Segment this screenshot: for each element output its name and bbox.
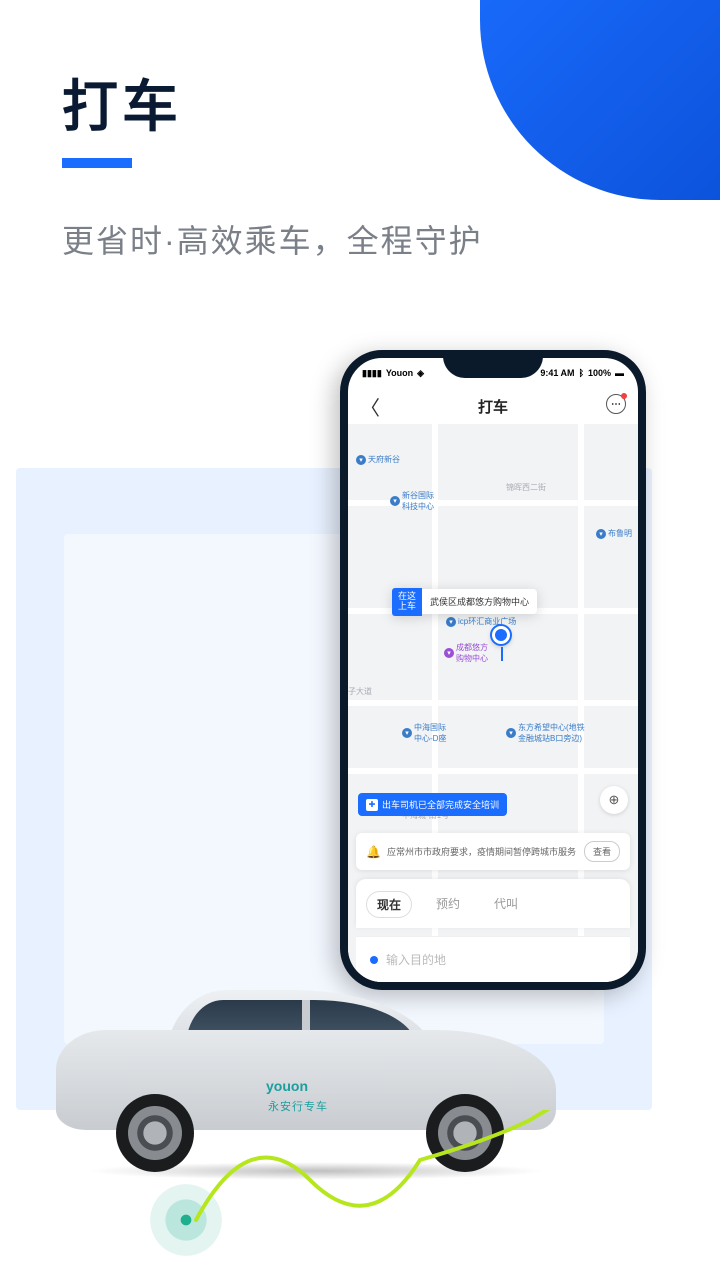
bell-icon: 🔔 bbox=[366, 845, 381, 859]
road-label: 子大道 bbox=[348, 686, 372, 697]
origin-dot-icon bbox=[370, 956, 378, 964]
car-brand: youon bbox=[266, 1078, 308, 1094]
road-label: 锦晖西二街 bbox=[506, 482, 546, 493]
carrier-label: Youon bbox=[386, 368, 413, 378]
nav-title: 打车 bbox=[478, 396, 508, 417]
destination-input[interactable]: 输入目的地 bbox=[356, 936, 630, 982]
notice-text: 应常州市市政府要求，疫情期间暂停跨城市服务 bbox=[387, 845, 576, 858]
route-line bbox=[190, 1110, 630, 1260]
status-bar: ▮▮▮▮ Youon ◈ 9:41 AM ᛒ 100% ▬ bbox=[348, 364, 638, 382]
phone-mockup: ▮▮▮▮ Youon ◈ 9:41 AM ᛒ 100% ▬ 〈 打车 ⋯ ▾天府… bbox=[340, 350, 646, 990]
shield-icon: ✚ bbox=[366, 799, 378, 811]
notice-card: 🔔 应常州市市政府要求，疫情期间暂停跨城市服务 查看 bbox=[356, 833, 630, 870]
pickup-tag: 在这 上车 bbox=[392, 588, 422, 616]
notice-view-button[interactable]: 查看 bbox=[584, 841, 620, 862]
map-view[interactable]: ▾天府新谷 ▾新谷国际 科技中心 锦晖西二街 ▾布鲁明 ▾icp环汇商业广场 ▾… bbox=[348, 424, 638, 982]
poi-zhonghai[interactable]: ▾中海国际 中心-D座 bbox=[402, 722, 446, 744]
tab-reserve[interactable]: 预约 bbox=[426, 891, 470, 918]
battery-icon: ▬ bbox=[615, 368, 624, 378]
poi-icp[interactable]: ▾icp环汇商业广场 bbox=[446, 616, 516, 627]
signal-icon: ▮▮▮▮ bbox=[362, 368, 382, 379]
poi-xingu[interactable]: ▾新谷国际 科技中心 bbox=[390, 490, 434, 512]
tab-now[interactable]: 现在 bbox=[366, 891, 412, 918]
clock: 9:41 AM bbox=[540, 368, 574, 378]
title-underline bbox=[62, 158, 132, 168]
bluetooth-icon: ᛒ bbox=[579, 368, 584, 378]
ride-tabs: 现在 预约 代叫 bbox=[356, 879, 630, 928]
pickup-bubble[interactable]: 在这 上车 武侯区成都悠方购物中心 bbox=[392, 588, 537, 616]
poi-bulu[interactable]: ▾布鲁明 bbox=[596, 528, 632, 539]
poi-tianfu[interactable]: ▾天府新谷 bbox=[356, 454, 400, 465]
wifi-icon: ◈ bbox=[417, 368, 424, 379]
poi-youfang[interactable]: ▾成都悠方 购物中心 bbox=[444, 642, 488, 664]
tab-proxy[interactable]: 代叫 bbox=[484, 891, 528, 918]
page-subtitle: 更省时·高效乘车，全程守护 bbox=[62, 216, 483, 262]
poi-dongfang[interactable]: ▾东方希望中心(地铁 金融城站B口旁边) bbox=[506, 722, 585, 744]
road bbox=[348, 768, 638, 774]
page-title: 打车 bbox=[62, 62, 182, 143]
road bbox=[348, 700, 638, 706]
user-location-pin bbox=[492, 626, 510, 644]
messages-button[interactable]: ⋯ bbox=[606, 394, 626, 414]
locate-button[interactable]: ⊕ bbox=[600, 786, 628, 814]
back-button[interactable]: 〈 bbox=[360, 392, 380, 421]
battery-label: 100% bbox=[588, 368, 611, 378]
pickup-address: 武侯区成都悠方购物中心 bbox=[422, 589, 537, 614]
safety-banner[interactable]: ✚ 出车司机已全部完成安全培训 bbox=[358, 793, 507, 816]
destination-placeholder: 输入目的地 bbox=[386, 951, 446, 968]
nav-bar: 〈 打车 ⋯ bbox=[348, 388, 638, 424]
corner-decoration bbox=[480, 0, 720, 200]
safety-text: 出车司机已全部完成安全培训 bbox=[382, 798, 499, 811]
